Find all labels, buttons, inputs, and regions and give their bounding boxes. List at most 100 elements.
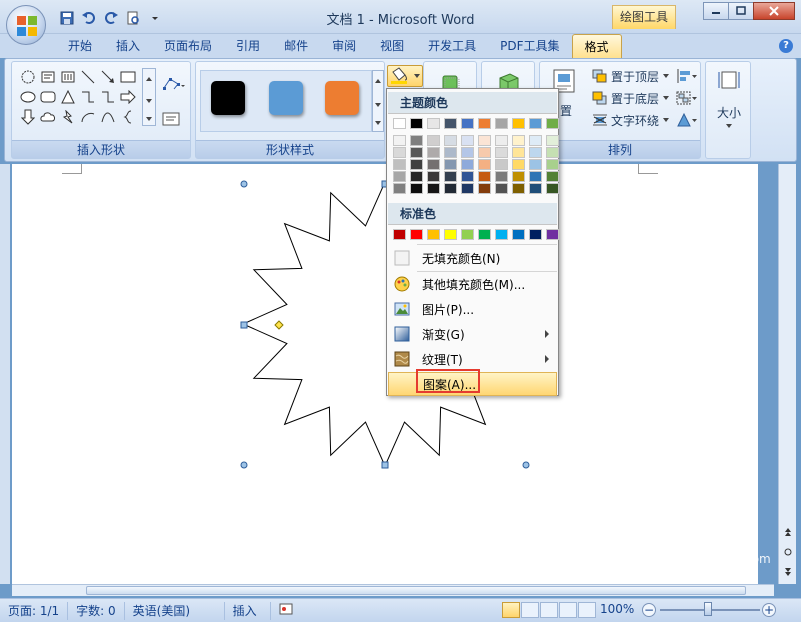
theme-color-swatch[interactable] [410,147,423,158]
theme-color-swatch[interactable] [478,183,491,194]
theme-color-swatch[interactable] [444,118,457,129]
theme-color-swatch[interactable] [444,159,457,170]
theme-color-swatch[interactable] [529,183,542,194]
theme-color-swatch[interactable] [529,135,542,146]
theme-color-swatch[interactable] [393,159,406,170]
oval-shape-icon[interactable] [18,88,38,106]
theme-color-swatch[interactable] [461,183,474,194]
document-page[interactable] [12,164,758,584]
theme-color-swatch[interactable] [512,171,525,182]
resize-handle[interactable] [240,461,248,469]
theme-color-swatch[interactable] [461,135,474,146]
theme-color-swatch[interactable] [495,183,508,194]
theme-color-swatch[interactable] [529,147,542,158]
tab-view[interactable]: 视图 [368,34,416,58]
theme-color-swatch[interactable] [427,171,440,182]
rectangle-shape-icon[interactable] [118,68,138,86]
word-count[interactable]: 字数: 0 [68,601,125,620]
standard-color-swatch[interactable] [495,229,508,240]
theme-color-swatch[interactable] [478,147,491,158]
theme-color-swatch[interactable] [410,118,423,129]
lightning-shape-icon[interactable] [58,108,78,126]
standard-color-swatch[interactable] [529,229,542,240]
shape-gallery-scroll[interactable] [142,68,156,126]
theme-color-swatch[interactable] [461,171,474,182]
group-size[interactable]: 大小 [705,61,751,159]
theme-color-swatch[interactable] [393,171,406,182]
theme-color-swatch[interactable] [393,147,406,158]
tab-developer[interactable]: 开发工具 [416,34,488,58]
theme-color-swatch[interactable] [546,147,559,158]
theme-color-swatch[interactable] [546,171,559,182]
theme-color-swatch[interactable] [393,118,406,129]
rotate-icon[interactable] [676,112,698,128]
bring-to-front-button[interactable]: 置于顶层 [592,66,670,86]
pattern-fill-item[interactable]: 图案(A)... [388,372,557,396]
help-icon[interactable]: ? [779,39,793,53]
insert-mode[interactable]: 插入 [225,601,271,620]
vertical-scrollbar[interactable] [778,164,796,584]
theme-color-swatch[interactable] [444,183,457,194]
tab-insert[interactable]: 插入 [104,34,152,58]
zoom-in-button[interactable]: + [762,603,776,617]
standard-color-swatch[interactable] [461,229,474,240]
print-layout-view-button[interactable] [502,602,520,618]
standard-color-swatch[interactable] [393,229,406,240]
cloud-shape-icon[interactable] [38,108,58,126]
text-wrap-button[interactable]: 文字环绕 [592,110,670,130]
theme-color-swatch[interactable] [393,183,406,194]
elbow-arrow-shape-icon[interactable] [98,88,118,106]
more-fill-colors-item[interactable]: 其他填充颜色(M)... [388,272,557,296]
elbow-connector-shape-icon[interactable] [78,88,98,106]
theme-color-swatch[interactable] [495,147,508,158]
texture-fill-item[interactable]: 纹理(T) [388,347,557,371]
theme-color-swatch[interactable] [495,118,508,129]
horizontal-scroll-thumb[interactable] [86,586,746,595]
page-count[interactable]: 页面: 1/1 [0,601,69,620]
theme-color-swatch[interactable] [461,147,474,158]
zoom-slider-thumb[interactable] [704,602,712,616]
theme-color-swatch[interactable] [444,171,457,182]
theme-color-swatch[interactable] [512,159,525,170]
style-swatch-blue[interactable] [269,81,303,115]
theme-color-swatch[interactable] [512,135,525,146]
triangle-shape-icon[interactable] [58,88,78,106]
theme-color-swatch[interactable] [512,147,525,158]
theme-color-swatch[interactable] [529,118,542,129]
theme-color-swatch[interactable] [427,135,440,146]
theme-color-swatch[interactable] [495,171,508,182]
tab-pdf-tools[interactable]: PDF工具集 [488,34,571,58]
office-button[interactable] [6,5,46,45]
standard-color-swatch[interactable] [546,229,559,240]
theme-color-swatch[interactable] [410,159,423,170]
web-layout-view-button[interactable] [540,602,558,618]
theme-color-swatch[interactable] [461,118,474,129]
arrow-line-shape-icon[interactable] [98,68,118,86]
curve-shape-icon[interactable] [98,108,118,126]
standard-color-swatch[interactable] [410,229,423,240]
resize-handle[interactable] [240,180,248,188]
theme-color-swatch[interactable] [410,135,423,146]
theme-color-swatch[interactable] [546,183,559,194]
theme-color-swatch[interactable] [478,135,491,146]
theme-color-swatch[interactable] [495,159,508,170]
theme-color-swatch[interactable] [478,171,491,182]
resize-handle[interactable] [522,461,530,469]
theme-color-swatch[interactable] [410,183,423,194]
theme-color-swatch[interactable] [478,118,491,129]
full-screen-reading-view-button[interactable] [521,602,539,618]
edit-shape-icon[interactable] [162,76,186,95]
textbox-shape-icon[interactable] [38,68,58,86]
zoom-out-button[interactable]: − [642,603,656,617]
style-gallery-scroll[interactable] [372,70,384,132]
theme-color-swatch[interactable] [512,118,525,129]
no-fill-item[interactable]: 无填充颜色(N) [388,246,557,270]
browse-buttons[interactable] [782,524,794,584]
position-label[interactable]: 置 [560,102,572,119]
theme-color-swatch[interactable] [427,183,440,194]
outline-view-button[interactable] [559,602,577,618]
style-swatch-black[interactable] [211,81,245,115]
theme-color-swatch[interactable] [444,147,457,158]
brace-shape-icon[interactable] [118,108,138,126]
theme-color-swatch[interactable] [495,135,508,146]
